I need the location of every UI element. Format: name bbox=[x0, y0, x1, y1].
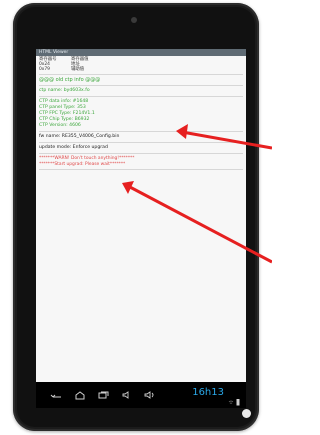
divider bbox=[39, 142, 243, 143]
volume-up-icon[interactable] bbox=[144, 391, 155, 399]
register-cell: 辅助值 bbox=[71, 67, 85, 72]
upgrade-status: *******Start upgrad: Please wait******* bbox=[39, 161, 126, 167]
recent-apps-icon[interactable] bbox=[98, 391, 109, 399]
update-mode: update mode: Enforce upgrad bbox=[39, 145, 108, 150]
volume-down-icon[interactable] bbox=[122, 391, 131, 399]
home-icon[interactable] bbox=[75, 390, 85, 400]
register-cell: 0x79 bbox=[39, 67, 50, 72]
divider bbox=[39, 96, 243, 97]
wifi-icon bbox=[228, 391, 234, 408]
status-clock: 16h13 bbox=[192, 387, 224, 398]
divider bbox=[39, 85, 243, 86]
ctp-info-heading: @@@ old ctp info @@@ bbox=[39, 77, 101, 83]
tablet-screen: HTML Viewer 寄存器号 寄存器值 0x24 地址 0x79 辅助值 @… bbox=[36, 49, 246, 408]
divider bbox=[39, 153, 243, 154]
ctp-name: ctp name: byd603x.fo bbox=[39, 88, 90, 93]
app-content: 寄存器号 寄存器值 0x24 地址 0x79 辅助值 @@@ old ctp i… bbox=[36, 56, 246, 170]
window-title: HTML Viewer bbox=[39, 50, 69, 55]
system-navigation-bar: 16h13 bbox=[36, 382, 246, 408]
register-table: 寄存器号 寄存器值 0x24 地址 0x79 辅助值 bbox=[39, 57, 243, 72]
window-title-bar: HTML Viewer bbox=[36, 49, 246, 56]
divider bbox=[39, 169, 243, 170]
battery-icon bbox=[236, 391, 240, 408]
back-icon[interactable] bbox=[50, 391, 62, 399]
fw-name: fw name: RE355_V4006_Config.bin bbox=[39, 134, 120, 139]
home-button-dot[interactable] bbox=[242, 409, 251, 418]
front-camera-icon bbox=[131, 17, 137, 23]
divider bbox=[39, 74, 243, 75]
table-row: 0x79 辅助值 bbox=[39, 67, 243, 72]
divider bbox=[39, 131, 243, 132]
ctp-version: CTP Version: 4606 bbox=[39, 123, 81, 128]
